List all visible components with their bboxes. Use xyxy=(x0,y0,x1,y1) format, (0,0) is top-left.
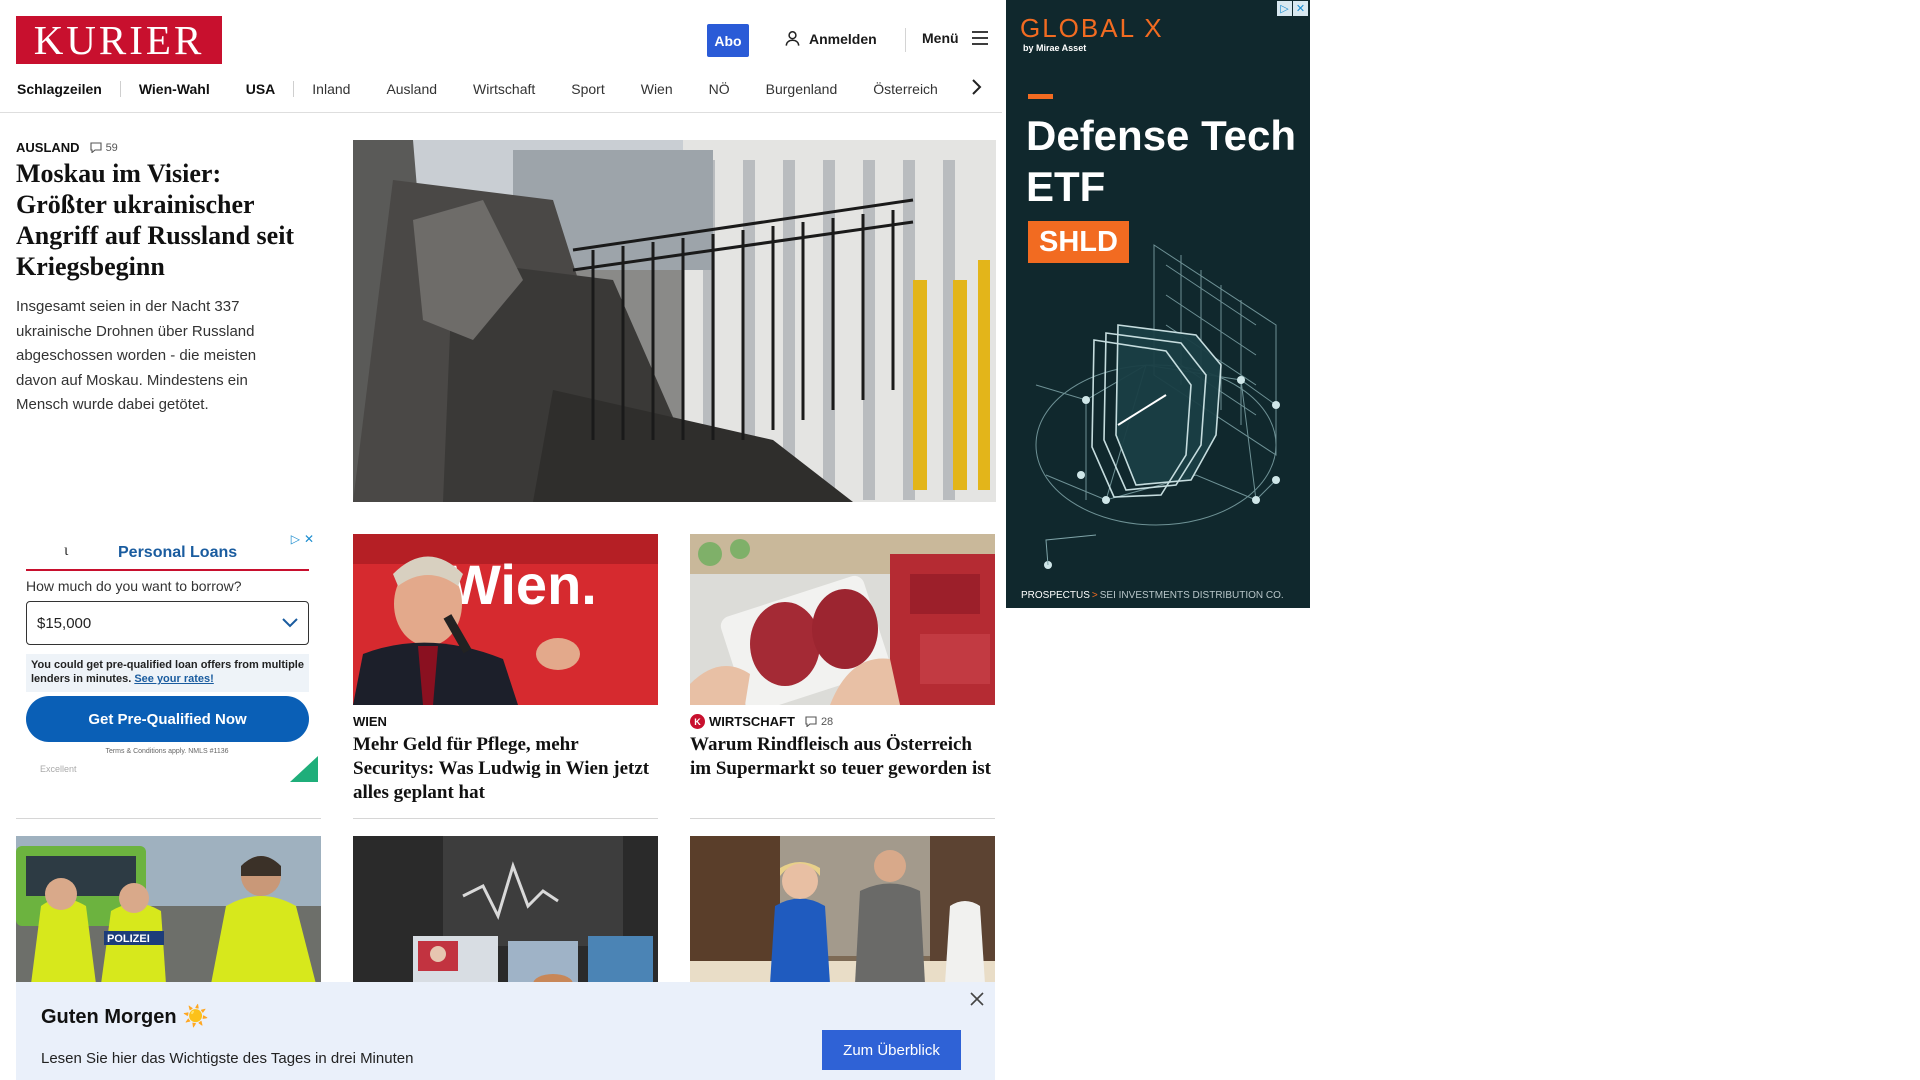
row-divider xyxy=(353,818,658,819)
ad-corner-graphic xyxy=(290,756,318,782)
kurier-logo[interactable]: KURIER xyxy=(16,16,222,64)
police-vest-text: POLIZEI xyxy=(107,933,150,945)
card-category-label: WIRTSCHAFT xyxy=(709,714,795,729)
banner-title: Guten Morgen ☀️ xyxy=(41,1005,209,1029)
nav-item-oesterreich[interactable]: Österreich xyxy=(855,81,956,97)
lead-category[interactable]: AUSLAND 59 xyxy=(16,140,118,155)
chevron-down-icon xyxy=(282,618,298,628)
section-nav: Schlagzeilen Wien-Wahl USA Inland Auslan… xyxy=(16,76,956,101)
card-headline-ludwig[interactable]: Mehr Geld für Pflege, mehr Securitys: Wa… xyxy=(353,733,658,805)
ad-choices[interactable]: ▷ ✕ xyxy=(291,532,314,546)
lead-comments[interactable]: 59 xyxy=(90,142,118,154)
personal-loans-ad[interactable]: ▷ ✕ ι Personal Loans How much do you want… xyxy=(16,530,318,785)
loan-ad-logo: ι xyxy=(64,542,69,559)
header-divider xyxy=(905,28,906,52)
nav-item-noe[interactable]: NÖ xyxy=(691,81,748,97)
loan-ad-title: Personal Loans xyxy=(118,544,238,561)
globalx-brand-sub: by Mirae Asset xyxy=(1023,43,1087,53)
nav-item-wirtschaft[interactable]: Wirtschaft xyxy=(455,81,553,97)
nav-item-ausland[interactable]: Ausland xyxy=(368,81,455,97)
prospectus-link[interactable]: PROSPECTUS xyxy=(1021,590,1090,601)
ad-footer[interactable]: PROSPECTUS > SEI INVESTMENTS DISTRIBUTION … xyxy=(1021,590,1284,601)
comment-icon xyxy=(90,142,102,153)
globalx-brand: GLOBAL X xyxy=(1020,13,1164,43)
get-prequalified-button[interactable]: Get Pre-Qualified Now xyxy=(26,696,309,742)
row-divider xyxy=(690,818,995,819)
close-icon[interactable] xyxy=(970,992,984,1006)
loan-ad-question: How much do you want to borrow? xyxy=(26,578,242,594)
ad-choices-icon[interactable]: ▷ xyxy=(1277,1,1292,16)
card-category-wirtschaft[interactable]: K WIRTSCHAFT 28 xyxy=(690,714,833,729)
ad-close-icon[interactable]: ✕ xyxy=(1293,1,1308,16)
nav-item-inland[interactable]: Inland xyxy=(294,81,368,97)
user-icon xyxy=(785,31,800,46)
ad-close-icon[interactable]: ✕ xyxy=(304,532,314,546)
ad-choices-icon[interactable]: ▷ xyxy=(291,532,300,546)
loan-ad-terms: Terms & Conditions apply. NMLS #1136 xyxy=(105,748,229,755)
ad-headline: Defense Tech ETF xyxy=(1026,112,1296,210)
ad-accent-dash xyxy=(1028,94,1053,99)
nav-item-wien[interactable]: Wien xyxy=(623,81,691,97)
nav-divider xyxy=(0,112,1002,113)
login-link[interactable]: Anmelden xyxy=(784,30,877,47)
card-headline-rindfleisch[interactable]: Warum Rindfleisch aus Österreich im Supe… xyxy=(690,733,995,781)
lead-teaser: Insgesamt seien in der Nacht 337 ukraini… xyxy=(16,298,257,413)
arrow-right-icon: > xyxy=(1091,590,1098,601)
loan-amount-select[interactable]: $15,000 xyxy=(26,601,309,645)
menu-label: Menü xyxy=(922,30,959,46)
lead-image-balcony[interactable] xyxy=(353,140,996,502)
banner-text: Lesen Sie hier das Wichtigste des Tages … xyxy=(41,1050,414,1067)
abo-button[interactable]: Abo xyxy=(707,24,749,57)
card-image-police[interactable]: POLIZEI xyxy=(16,836,321,984)
card-image-bakery[interactable] xyxy=(690,836,995,984)
banner-title-text: Guten Morgen xyxy=(41,1005,177,1028)
loan-ad-rating: Excellent xyxy=(40,764,77,774)
card-comment-count: 28 xyxy=(820,715,834,728)
kurier-plus-badge-icon: K xyxy=(690,714,705,729)
card-image-stock-exchange[interactable] xyxy=(353,836,658,984)
nav-item-usa[interactable]: USA xyxy=(228,81,294,97)
page: KURIER Abo Anmelden Menü Schlagzeilen Wi… xyxy=(0,0,1920,1080)
row-divider xyxy=(16,818,321,819)
zum-ueberblick-button[interactable]: Zum Überblick xyxy=(822,1030,961,1070)
card-comments[interactable]: 28 xyxy=(805,716,833,728)
card-image-ludwig[interactable]: Wien. xyxy=(353,534,658,705)
login-label: Anmelden xyxy=(809,30,877,47)
card-image-beef[interactable] xyxy=(690,534,995,705)
card-category-label: WIEN xyxy=(353,714,387,729)
nav-item-wien-wahl[interactable]: Wien-Wahl xyxy=(121,81,228,97)
card-category-wien[interactable]: WIEN xyxy=(353,714,387,729)
lead-headline[interactable]: Moskau im Visier: Größter ukrainischer A… xyxy=(16,158,318,282)
hamburger-icon xyxy=(971,31,988,45)
ad-choices[interactable]: ▷ ✕ xyxy=(1277,1,1308,16)
menu-button[interactable]: Menü xyxy=(922,30,989,46)
wien-sign-text: Wien. xyxy=(448,553,597,616)
loan-ad-rule xyxy=(26,569,309,571)
nav-item-burgenland[interactable]: Burgenland xyxy=(748,81,856,97)
nav-item-sport[interactable]: Sport xyxy=(553,81,622,97)
see-rates-link[interactable]: See your rates! xyxy=(134,673,213,685)
chevron-right-icon[interactable] xyxy=(969,78,983,96)
morning-briefing-banner: Guten Morgen ☀️ Lesen Sie hier das Wicht… xyxy=(16,982,995,1080)
lead-category-label: AUSLAND xyxy=(16,140,80,155)
sun-icon: ☀️ xyxy=(182,1005,209,1028)
nav-item-schlagzeilen[interactable]: Schlagzeilen xyxy=(16,81,120,97)
comment-icon xyxy=(805,716,817,727)
ad-footer-text: SEI INVESTMENTS DISTRIBUTION CO. xyxy=(1099,590,1284,601)
lead-comment-count: 59 xyxy=(105,141,118,154)
globalx-ad[interactable]: ▷ ✕ GLOBAL X by Mirae Asset Defense Tech … xyxy=(1006,0,1310,608)
loan-ad-info: You could get pre-qualified loan offers … xyxy=(26,654,309,692)
loan-amount-value: $15,000 xyxy=(37,614,92,632)
shield-network-graphic xyxy=(1035,244,1280,569)
